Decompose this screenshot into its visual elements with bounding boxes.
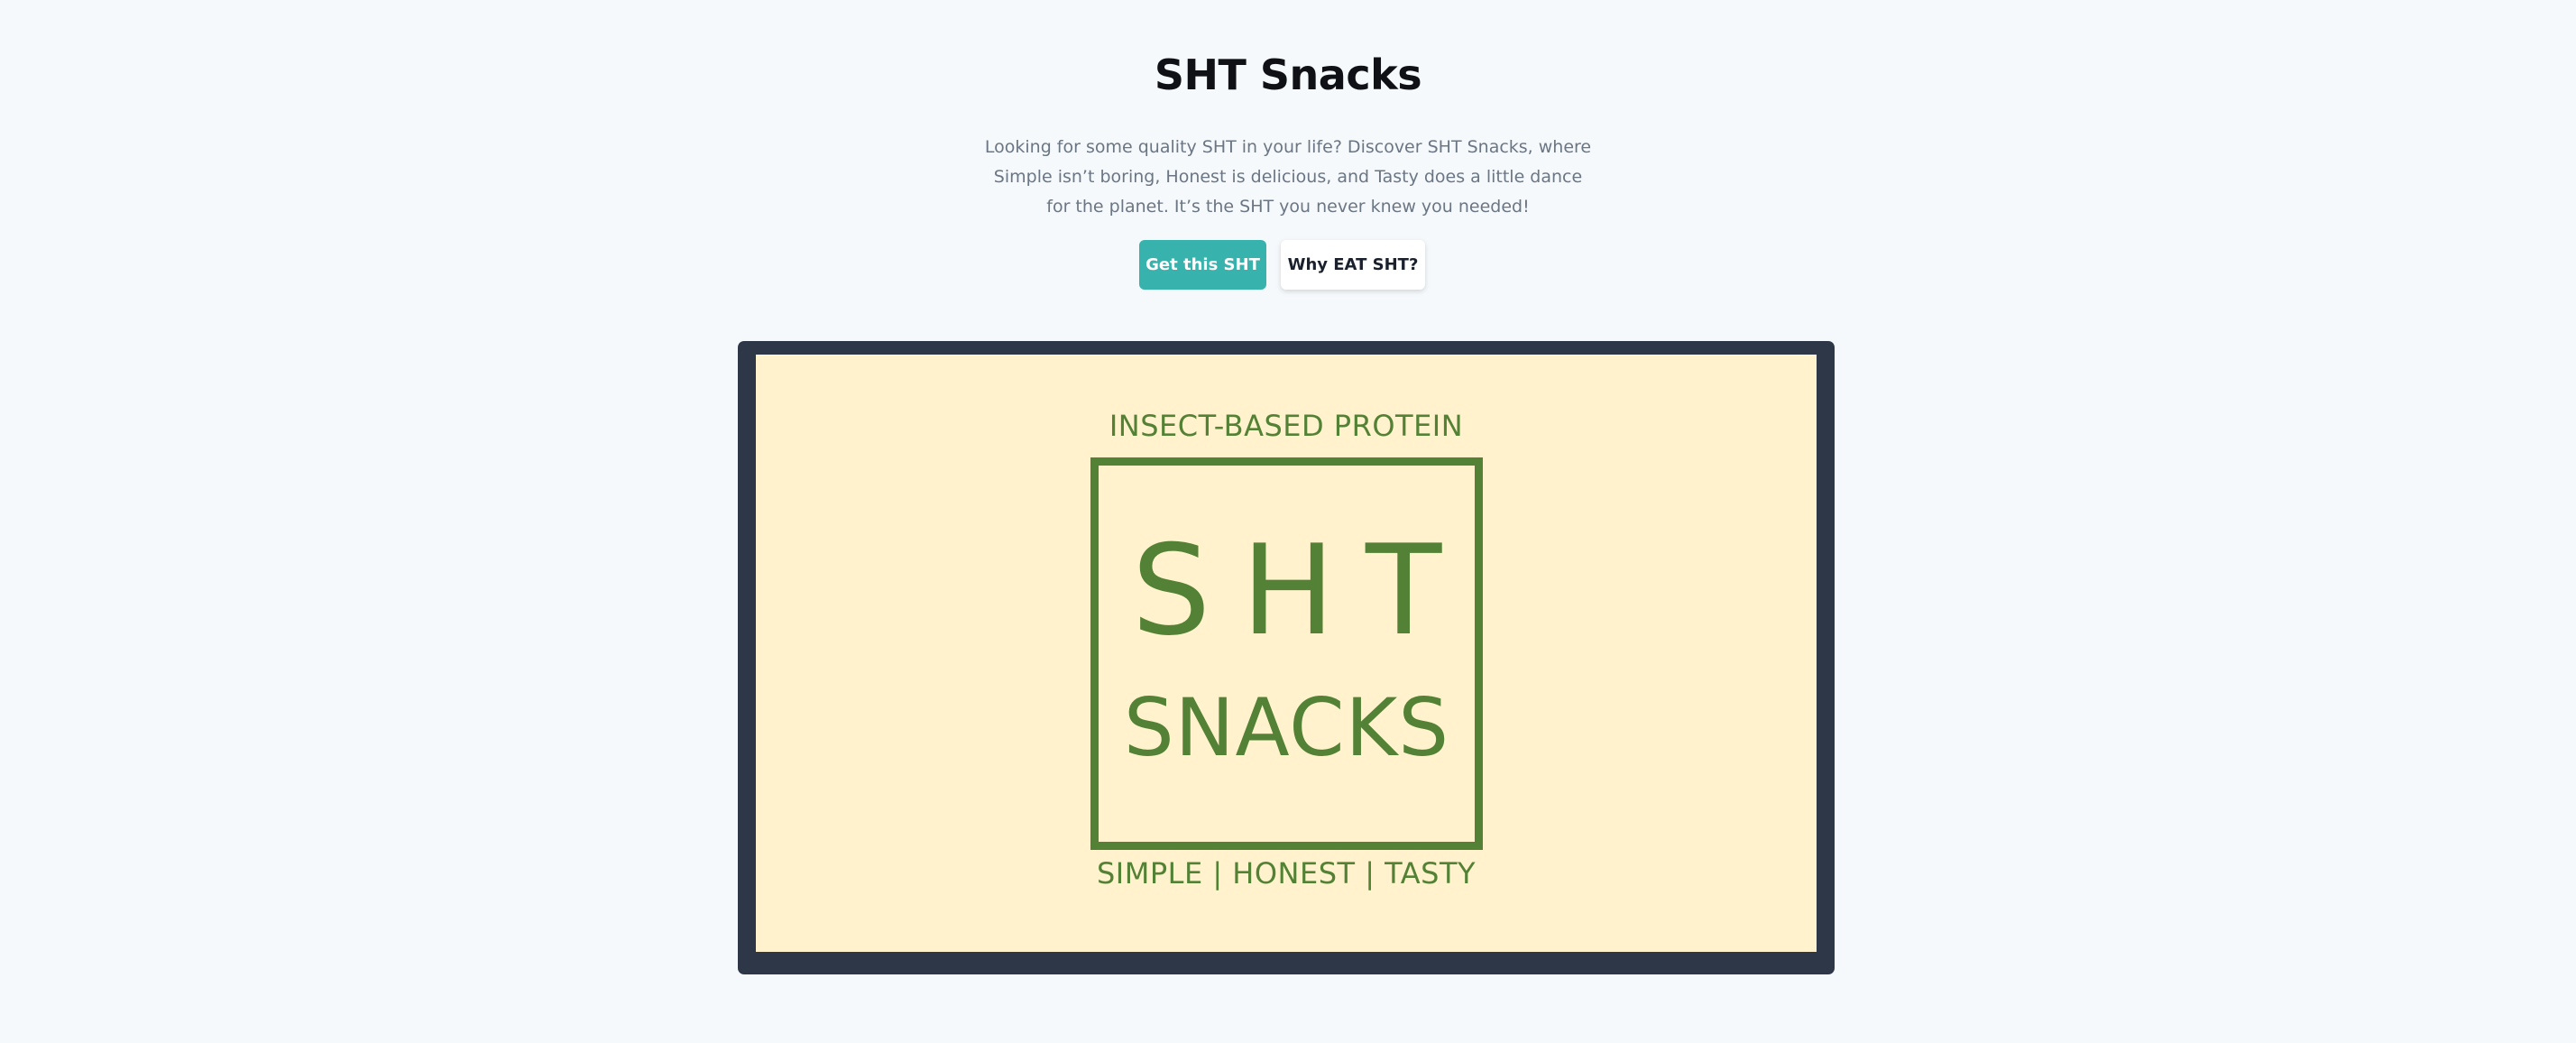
why-eat-sht-button[interactable]: Why EAT SHT?: [1281, 240, 1425, 290]
logo-tagline-top: INSECT-BASED PROTEIN: [1109, 409, 1464, 443]
logo-main-text: SHT: [1131, 518, 1473, 663]
logo-tagline-bottom: SIMPLE | HONEST | TASTY: [1096, 856, 1477, 891]
logo-sub-text: SNACKS: [1123, 681, 1450, 774]
sht-snacks-logo-image: INSECT-BASED PROTEIN SHT SNACKS SIMPLE |…: [756, 355, 1817, 952]
get-this-sht-button[interactable]: Get this SHT: [1139, 240, 1266, 290]
product-image-frame: INSECT-BASED PROTEIN SHT SNACKS SIMPLE |…: [738, 341, 1835, 974]
hero-description: Looking for some quality SHT in your lif…: [984, 137, 1592, 217]
hero-buttons: Get this SHT Why EAT SHT?: [0, 240, 2576, 290]
logo-box: SHT SNACKS: [1090, 457, 1483, 850]
page-title: SHT Snacks: [1154, 51, 1422, 99]
